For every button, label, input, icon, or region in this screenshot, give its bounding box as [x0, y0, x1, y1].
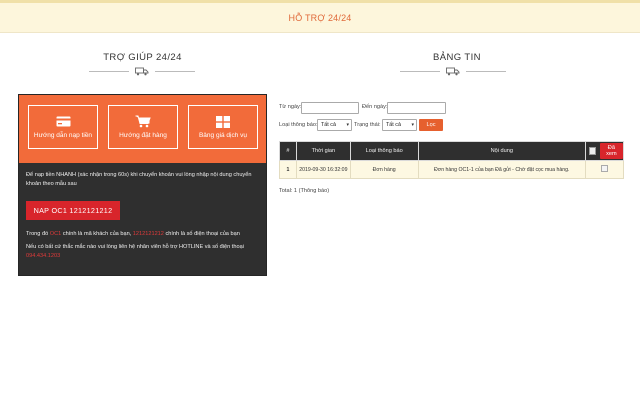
- to-date-input[interactable]: [387, 102, 446, 114]
- table-row[interactable]: 1 2019-09-30 16:32:09 Đơn hàng Đơn hàng …: [279, 160, 625, 179]
- price-list-label: Bảng giá dịch vụ: [198, 132, 248, 139]
- contact-text: Nếu có bất cứ thắc mắc nào vui lòng liên…: [26, 244, 244, 250]
- help-title-divider: [89, 65, 195, 77]
- notice-type-label: Loại thông báo:: [279, 122, 318, 128]
- table-grid-icon: [215, 115, 231, 128]
- price-list-button[interactable]: Bảng giá dịch vụ: [188, 105, 258, 149]
- credit-card-icon: [55, 115, 71, 128]
- order-guide-button[interactable]: Hướng đặt hàng: [108, 105, 178, 149]
- order-guide-label: Hướng đặt hàng: [119, 132, 167, 139]
- explanation-prefix: Trong đó: [26, 231, 50, 237]
- help-buttons-bar: Hướng dẫn nạp tiền Hướng đặt hàng Bảng g…: [19, 95, 266, 163]
- status-label: Trạng thái:: [354, 122, 381, 128]
- col-content-header: Nội dung: [417, 141, 586, 161]
- row-content[interactable]: Đơn hàng OC1-1 của bạn Đã gửi - Chờ đặt …: [417, 160, 586, 179]
- total-count: Total: 1 (Thông báo): [279, 188, 330, 194]
- row-checkbox[interactable]: [600, 165, 608, 172]
- customer-code: OC1: [49, 231, 62, 237]
- row-time: 2019-09-30 16:32:09: [295, 160, 351, 179]
- explanation-middle: chính là mã khách của bạn,: [61, 231, 133, 237]
- to-date-label: Đến ngày:: [362, 104, 388, 110]
- truck-icon: [446, 67, 460, 76]
- top-banner-title: HỖ TRỢ 24/24: [288, 12, 352, 23]
- deposit-instructions: Để nạp tiền NHANH (xác nhận trong 60s) k…: [26, 172, 252, 187]
- news-table: # Thời gian Loại thông báo Nội dung Đã x…: [279, 141, 625, 179]
- deposit-guide-label: Hướng dẫn nạp tiền: [33, 132, 93, 139]
- chevron-down-icon: ▾: [346, 122, 349, 128]
- select-all-checkbox[interactable]: [588, 147, 596, 155]
- col-index-header: #: [279, 141, 297, 161]
- news-title-divider: [400, 65, 506, 77]
- status-value: Tất cả: [386, 122, 401, 128]
- shopping-cart-icon: [135, 115, 151, 128]
- col-time-header: Thời gian: [295, 141, 351, 161]
- row-index: 1: [279, 160, 297, 179]
- news-section-title: BẢNG TIN: [433, 52, 481, 63]
- notice-type-select[interactable]: Tất cả ▾: [317, 119, 352, 131]
- from-date-label: Từ ngày:: [279, 104, 302, 110]
- help-section-title: TRỢ GIÚP 24/24: [103, 52, 182, 63]
- from-date-input[interactable]: [301, 102, 359, 114]
- mark-read-button[interactable]: Đã xem: [599, 143, 623, 159]
- filter-button[interactable]: Lọc: [419, 119, 443, 131]
- deposit-code-button[interactable]: NAP OC1 1212121212: [26, 201, 120, 220]
- truck-icon: [135, 67, 149, 76]
- help-panel: Hướng dẫn nạp tiền Hướng đặt hàng Bảng g…: [18, 94, 267, 276]
- deposit-explanation: Trong đó OC1 chính là mã khách của bạn, …: [26, 230, 262, 239]
- explanation-suffix: chính là số điện thoại của bạn: [163, 231, 240, 237]
- col-type-header: Loại thông báo: [349, 141, 419, 161]
- row-select-cell: [584, 160, 625, 179]
- notice-type-value: Tất cả: [321, 122, 336, 128]
- deposit-guide-button[interactable]: Hướng dẫn nạp tiền: [28, 105, 98, 149]
- chevron-down-icon: ▾: [411, 122, 414, 128]
- customer-phone: 1212121212: [132, 231, 164, 237]
- col-action-header: Đã xem: [584, 141, 625, 161]
- hotline-number[interactable]: 094.434.1203: [26, 252, 262, 261]
- top-banner: HỖ TRỢ 24/24: [0, 0, 640, 33]
- status-select[interactable]: Tất cả ▾: [382, 119, 417, 131]
- row-type: Đơn hàng: [349, 160, 419, 179]
